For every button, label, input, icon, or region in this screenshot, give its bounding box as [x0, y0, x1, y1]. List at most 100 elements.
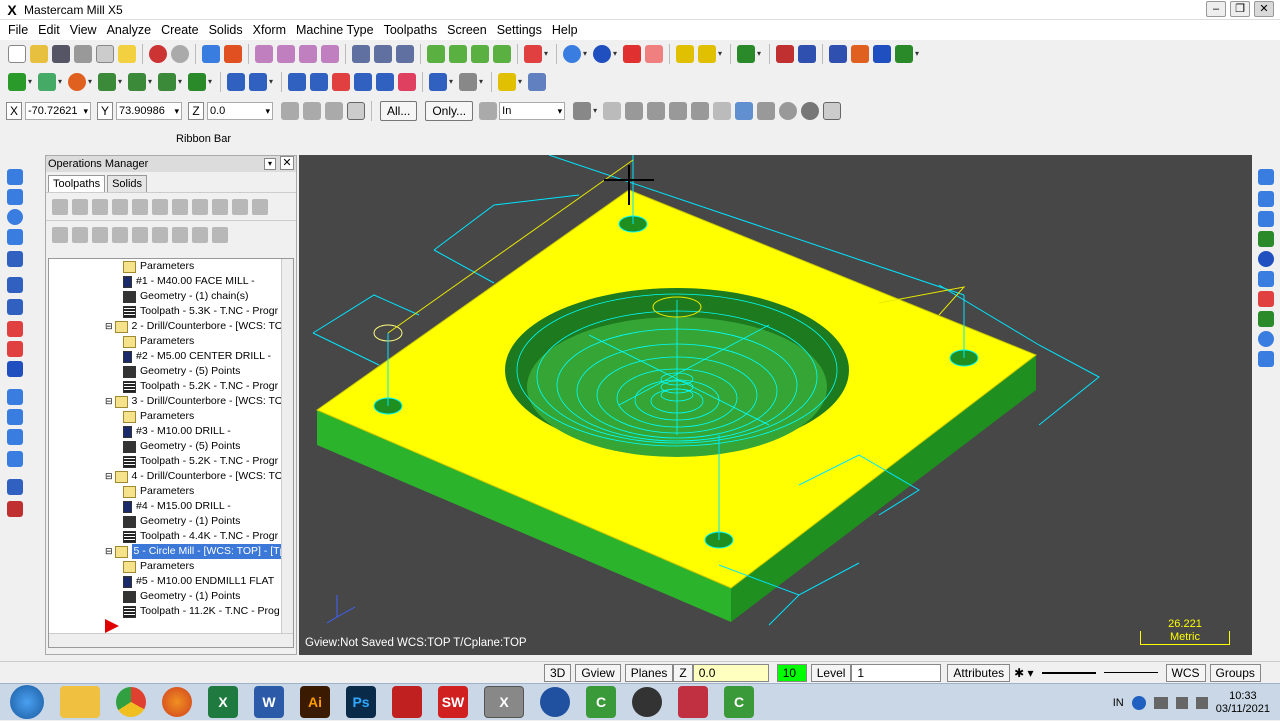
cursor-icon[interactable]	[757, 102, 776, 120]
menu-toolpaths[interactable]: Toolpaths	[379, 23, 443, 37]
y-coord-input[interactable]: 73.90986	[116, 102, 182, 120]
lock-icon[interactable]	[52, 226, 68, 243]
move-down-icon[interactable]	[112, 226, 128, 243]
insert-arrow-icon[interactable]	[152, 226, 168, 243]
graphics-viewport[interactable]: Gview:Not Saved WCS:TOP T/Cplane:TOP 26.…	[299, 155, 1252, 655]
expand-toggle-icon[interactable]: ⊟	[105, 394, 113, 409]
z-coord-input[interactable]: 0.0	[207, 102, 273, 120]
backplot-ops-icon[interactable]	[132, 198, 148, 215]
expand-toggle-icon[interactable]: ⊟	[105, 319, 113, 334]
fillet-dropdown-icon[interactable]: ▾	[118, 73, 126, 91]
pick-icon[interactable]	[737, 45, 755, 63]
operation-item-row[interactable]: #1 - M40.00 FACE MILL -	[123, 274, 255, 289]
highfeed-icon[interactable]	[212, 198, 228, 215]
grid-icon[interactable]	[895, 45, 913, 63]
xform-array-icon[interactable]	[398, 73, 416, 91]
right-tool-9-icon[interactable]	[1258, 331, 1274, 347]
spline-dropdown-icon[interactable]: ▾	[178, 73, 186, 91]
operation-item-row[interactable]: #5 - M10.00 ENDMILL1 FLAT	[123, 574, 274, 589]
layout-icon[interactable]	[7, 451, 23, 467]
right-tool-8-icon[interactable]	[1258, 311, 1274, 327]
post-ops-icon[interactable]	[192, 198, 208, 215]
xform-translate-icon[interactable]	[288, 73, 306, 91]
repaint-icon[interactable]	[224, 45, 242, 63]
regen-dirty-icon[interactable]	[112, 198, 128, 215]
select-only-button[interactable]: Only...	[425, 101, 474, 121]
select-all-button[interactable]: All...	[380, 101, 418, 121]
tree-vertical-scrollbar[interactable]	[281, 259, 293, 647]
expand-toggle-icon[interactable]: ⊟	[105, 469, 113, 484]
menu-help[interactable]: Help	[547, 23, 583, 37]
sphere-dropdown-icon[interactable]: ▾	[613, 45, 621, 63]
help-icon[interactable]	[347, 102, 365, 120]
x-coord-input[interactable]: -70.72621	[25, 102, 91, 120]
toolpath-drill-icon[interactable]	[459, 73, 477, 91]
z-depth-label[interactable]: Z	[673, 663, 693, 682]
operation-item-row[interactable]: Toolpath - 4.4K - T.NC - Progr	[123, 529, 278, 544]
face-select-icon[interactable]	[647, 102, 666, 120]
shading-icon[interactable]	[623, 45, 641, 63]
operation-item-row[interactable]: Toolpath - 5.2K - T.NC - Progr	[123, 454, 278, 469]
app-red-icon[interactable]	[678, 686, 708, 718]
grid-dropdown-icon[interactable]: ▾	[915, 45, 923, 63]
firefox-icon[interactable]	[162, 687, 192, 717]
view-side-icon[interactable]	[471, 45, 489, 63]
relative-icon[interactable]	[325, 102, 343, 120]
restore-button[interactable]: ❐	[1230, 1, 1250, 17]
menu-settings[interactable]: Settings	[492, 23, 547, 37]
sum-icon[interactable]	[873, 45, 891, 63]
minimize-button[interactable]: –	[1206, 1, 1226, 17]
zoom-out-icon[interactable]	[321, 45, 339, 63]
menu-analyze[interactable]: Analyze	[102, 23, 156, 37]
globe-icon[interactable]	[563, 45, 581, 63]
toolpath-manager-icon[interactable]	[7, 169, 23, 185]
trim-solid-icon[interactable]	[7, 501, 23, 517]
print-icon[interactable]	[74, 45, 92, 63]
delete-ops-icon[interactable]	[232, 198, 248, 215]
verify-icon[interactable]	[374, 45, 392, 63]
menu-screen[interactable]: Screen	[442, 23, 492, 37]
body-select-icon[interactable]	[691, 102, 710, 120]
analyze-dropdown-icon[interactable]: ▾	[718, 45, 726, 63]
zoom-target-icon[interactable]	[277, 45, 295, 63]
toggle-display-icon[interactable]	[72, 226, 88, 243]
zoom-window-icon[interactable]	[255, 45, 273, 63]
arc-icon[interactable]	[68, 73, 86, 91]
3d-button[interactable]: 3D	[544, 663, 572, 682]
arc-dropdown-icon[interactable]: ▾	[88, 73, 96, 91]
help-tray-icon[interactable]	[1131, 695, 1146, 710]
transform-icon[interactable]	[851, 45, 869, 63]
edge-select-icon[interactable]	[669, 102, 688, 120]
illustrator-icon[interactable]: Ai	[300, 686, 330, 718]
right-tool-6-icon[interactable]	[1258, 271, 1274, 287]
verify-select-icon[interactable]	[735, 102, 754, 120]
language-indicator[interactable]: IN	[1113, 697, 1124, 709]
attributes-button[interactable]: Attributes	[947, 663, 1011, 682]
plane-icon[interactable]	[528, 73, 546, 91]
pin-dropdown-icon[interactable]: ▾	[264, 158, 276, 170]
break-dropdown-icon[interactable]: ▾	[269, 73, 277, 91]
fillet-icon[interactable]	[98, 73, 116, 91]
right-tool-5-icon[interactable]	[1258, 251, 1274, 267]
selection-mode-icon[interactable]	[479, 102, 498, 120]
xform-offset-icon[interactable]	[376, 73, 394, 91]
chain-dropdown-icon[interactable]: ▾	[593, 102, 601, 120]
cube-view-dropdown-icon[interactable]: ▾	[544, 45, 552, 63]
excel-icon[interactable]: X	[208, 686, 238, 718]
right-tool-3-icon[interactable]	[1258, 211, 1274, 227]
z-depth-input[interactable]: 0.0	[692, 663, 769, 682]
cube-select-icon[interactable]	[713, 102, 732, 120]
analyze-icon[interactable]	[698, 45, 716, 63]
menu-xform[interactable]: Xform	[248, 23, 291, 37]
groups-button[interactable]: Groups	[1209, 663, 1261, 682]
wireframe-icon[interactable]	[645, 45, 663, 63]
boolean-icon[interactable]	[7, 389, 23, 405]
close-panel-icon[interactable]: ✕	[280, 156, 294, 170]
menu-view[interactable]: View	[65, 23, 102, 37]
link-icon[interactable]	[212, 226, 228, 243]
selection-help-icon[interactable]	[823, 102, 842, 120]
autocad-icon[interactable]	[392, 686, 422, 718]
operation-row[interactable]: ⊟ 3 - Drill/Counterbore - [WCS: TOP	[105, 394, 290, 409]
line-style-icon[interactable]	[1041, 671, 1096, 674]
operation-item-row[interactable]: Geometry - (1) chain(s)	[123, 289, 249, 304]
